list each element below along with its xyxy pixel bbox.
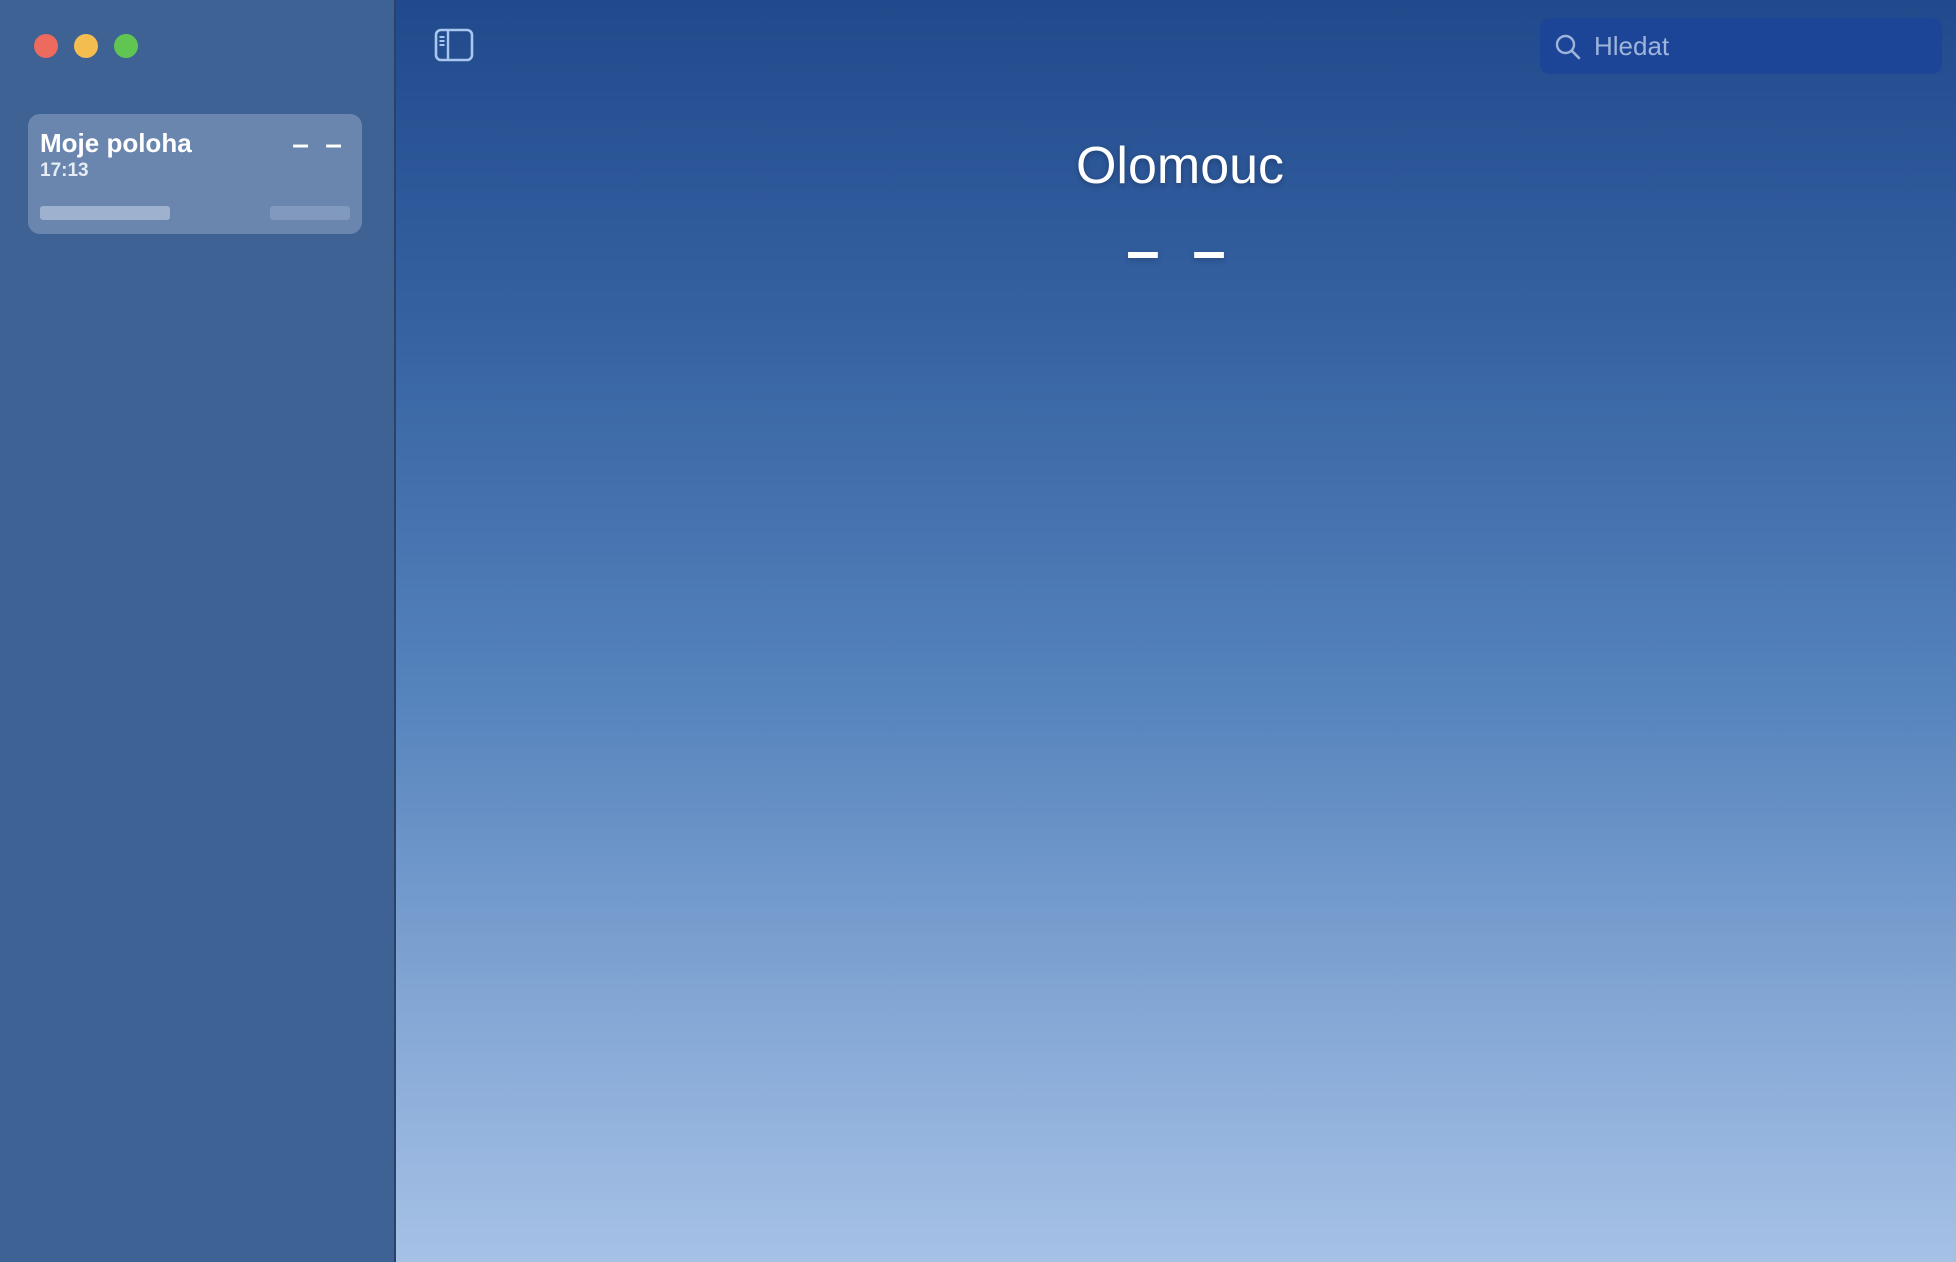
minimize-window-button[interactable] xyxy=(74,34,98,58)
location-name: Moje poloha xyxy=(40,128,192,158)
weather-main: Olomouc – – xyxy=(396,0,1956,1262)
weather-window: Moje poloha 17:13 – – Olomouc xyxy=(0,0,1956,1262)
city-title: Olomouc xyxy=(1075,137,1285,195)
sidebar-left-icon xyxy=(434,28,474,62)
close-window-button[interactable] xyxy=(34,34,58,58)
location-card-my-location[interactable]: Moje poloha 17:13 – – xyxy=(28,114,362,234)
sidebar: Moje poloha 17:13 – – xyxy=(0,0,394,1262)
location-condition-placeholder xyxy=(40,206,170,220)
location-range-placeholder xyxy=(270,206,350,220)
search-icon xyxy=(1555,34,1581,60)
sidebar-toggle-button[interactable] xyxy=(434,28,474,62)
search-field[interactable] xyxy=(1540,18,1942,74)
location-time: 17:13 xyxy=(40,160,89,181)
current-temperature: – – xyxy=(1126,217,1234,284)
search-input[interactable] xyxy=(1594,18,1924,74)
zoom-window-button[interactable] xyxy=(114,34,138,58)
location-temperature: – – xyxy=(292,128,346,161)
